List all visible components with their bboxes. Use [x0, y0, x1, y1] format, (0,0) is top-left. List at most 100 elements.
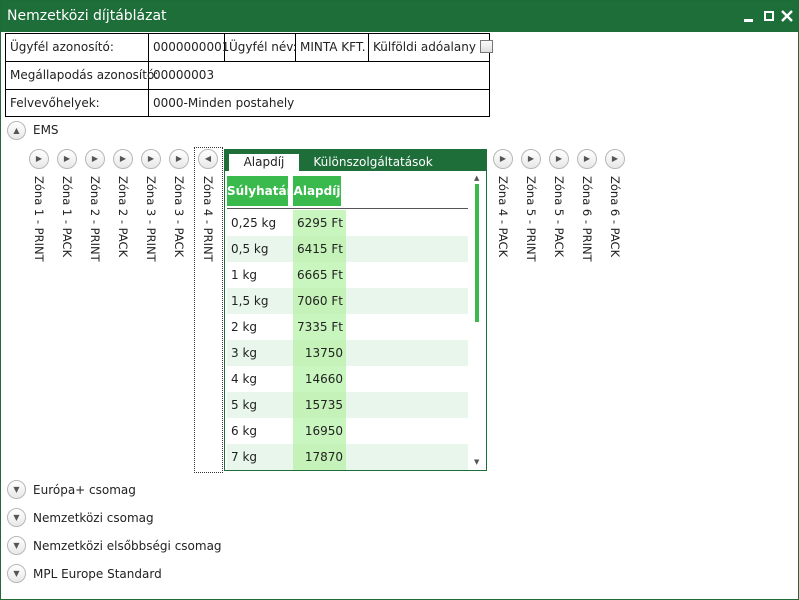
table-row[interactable]: 1 kg 6665 Ft	[227, 262, 468, 288]
column-header-price[interactable]: Alapdíj	[293, 176, 341, 206]
tab-base-fee[interactable]: Alapdíj	[229, 154, 299, 171]
chevron-right-icon: ▶	[175, 154, 183, 163]
pickup-points-label: Felvevőhelyek:	[6, 90, 149, 116]
ems-section-label: EMS	[33, 123, 59, 137]
chevron-up-icon: ▲	[13, 126, 20, 135]
table-row[interactable]: 5 kg 15735 Ft	[227, 392, 468, 438]
price-cell: 6415 Ft	[293, 236, 346, 262]
price-cell: 7060 Ft	[293, 288, 346, 314]
price-cell: 13750 Ft	[293, 340, 346, 386]
client-info-grid: Ügyfél azonosító: 0000000001 Ügyfél név:…	[5, 33, 493, 117]
zone-label: Zóna 6 - PRINT	[580, 176, 594, 262]
table-row[interactable]: 3 kg 13750 Ft	[227, 340, 468, 386]
chevron-right-icon: ▶	[63, 154, 71, 163]
chevron-right-icon: ▶	[91, 154, 99, 163]
close-button[interactable]	[779, 7, 795, 25]
table-row[interactable]: 4 kg 14660 Ft	[227, 366, 468, 412]
price-cell: 7335 Ft	[293, 314, 346, 340]
zone-label: Zóna 2 - PRINT	[88, 176, 102, 262]
panel-tab-bar: Alapdíj Különszolgáltatások	[225, 150, 486, 171]
tab-extra-services[interactable]: Különszolgáltatások	[313, 154, 433, 171]
zone-collapse-button[interactable]: ◀	[198, 149, 218, 169]
zone-label: Zóna 5 - PACK	[552, 176, 566, 258]
ems-collapse-button[interactable]: ▲	[7, 121, 26, 140]
weight-cell: 7 kg	[231, 450, 258, 464]
zone-column[interactable]: ▶ Zóna 5 - PACK	[548, 149, 570, 269]
price-cell: 6295 Ft	[293, 210, 346, 236]
zone-label: Zóna 5 - PRINT	[524, 176, 538, 262]
zone-column-selected[interactable]: ◀ Zóna 4 - PRINT	[197, 149, 219, 269]
zone-expand-button[interactable]: ▶	[577, 149, 597, 169]
zone-expand-button[interactable]: ▶	[85, 149, 105, 169]
zone-expand-button[interactable]: ▶	[549, 149, 569, 169]
zone-column[interactable]: ▶ Zóna 6 - PRINT	[576, 149, 598, 269]
scroll-down-icon[interactable]: ▼	[474, 458, 479, 466]
pickup-points-value: 0000-Minden postahely	[153, 96, 295, 110]
weight-cell: 1 kg	[231, 268, 258, 282]
maximize-button[interactable]	[761, 7, 777, 25]
zone-column[interactable]: ▶ Zóna 2 - PACK	[112, 149, 134, 269]
zone-expand-button[interactable]: ▶	[605, 149, 625, 169]
client-id-value: 0000000001	[149, 34, 229, 62]
table-row[interactable]: 7 kg 17870 Ft	[227, 444, 468, 470]
zone-label: Zóna 3 - PRINT	[144, 176, 158, 262]
client-name-label: Ügyfél név:	[225, 34, 297, 62]
chevron-left-icon: ◀	[204, 154, 212, 163]
minimize-icon	[744, 19, 753, 22]
title-bar: Nemzetközi díjtáblázat	[1, 1, 798, 32]
zone-label: Zóna 2 - PACK	[116, 176, 130, 258]
zone-label: Zóna 1 - PRINT	[32, 176, 46, 262]
foreign-taxpayer-checkbox[interactable]	[479, 40, 493, 53]
weight-cell: 5 kg	[231, 398, 258, 412]
vertical-scrollbar-thumb[interactable]	[475, 184, 479, 322]
zone-expand-button[interactable]: ▶	[493, 149, 513, 169]
zone-column[interactable]: ▶ Zóna 3 - PRINT	[140, 149, 162, 269]
price-cell: 16950 Ft	[293, 418, 346, 464]
zone-expand-button[interactable]: ▶	[141, 149, 161, 169]
chevron-down-icon: ▼	[13, 485, 20, 494]
zone-column[interactable]: ▶ Zóna 4 - PACK	[492, 149, 514, 269]
zone-expand-button[interactable]: ▶	[521, 149, 541, 169]
zone-column[interactable]: ▶ Zóna 3 - PACK	[168, 149, 190, 269]
zone-expand-button[interactable]: ▶	[169, 149, 189, 169]
client-id-label: Ügyfél azonosító:	[6, 34, 149, 62]
zone-expand-button[interactable]: ▶	[29, 149, 49, 169]
foreign-taxpayer-label: Külföldi adóalany	[373, 40, 476, 54]
international-section-label: Nemzetközi csomag	[33, 511, 154, 525]
zone-column[interactable]: ▶ Zóna 6 - PACK	[604, 149, 626, 269]
close-icon	[781, 10, 793, 22]
zone-column[interactable]: ▶ Zóna 5 - PRINT	[520, 149, 542, 269]
chevron-right-icon: ▶	[555, 154, 563, 163]
minimize-button[interactable]	[741, 7, 757, 25]
table-row[interactable]: 2 kg 7335 Ft	[227, 314, 468, 340]
price-table: 0,25 kg 6295 Ft 0,5 kg 6415 Ft 1 kg 6665…	[227, 210, 468, 470]
zone-expand-button[interactable]: ▶	[113, 149, 133, 169]
chevron-right-icon: ▶	[35, 154, 43, 163]
zone-column[interactable]: ▶ Zóna 2 - PRINT	[84, 149, 106, 269]
table-row[interactable]: 1,5 kg 7060 Ft	[227, 288, 468, 314]
price-panel: Alapdíj Különszolgáltatások Súlyhatár Al…	[224, 149, 487, 471]
price-cell: 6665 Ft	[293, 262, 346, 288]
weight-cell: 3 kg	[231, 346, 258, 360]
agreement-id-value: 00000003	[149, 62, 489, 90]
zone-column[interactable]: ▶ Zóna 1 - PRINT	[28, 149, 50, 269]
column-header-weight[interactable]: Súlyhatár	[227, 176, 293, 206]
chevron-right-icon: ▶	[119, 154, 127, 163]
maximize-icon	[764, 11, 774, 21]
zone-expand-button[interactable]: ▶	[57, 149, 77, 169]
weight-cell: 2 kg	[231, 320, 258, 334]
table-row[interactable]: 6 kg 16950 Ft	[227, 418, 468, 464]
international-expand-button[interactable]: ▼	[7, 508, 26, 527]
scroll-up-icon[interactable]: ▲	[474, 174, 479, 182]
chevron-down-icon: ▼	[13, 513, 20, 522]
zone-column[interactable]: ▶ Zóna 1 - PACK	[56, 149, 78, 269]
table-row[interactable]: 0,25 kg 6295 Ft	[227, 210, 468, 236]
international-priority-expand-button[interactable]: ▼	[7, 536, 26, 555]
europe-plus-expand-button[interactable]: ▼	[7, 480, 26, 499]
agreement-id-label: Megállapodás azonosító:	[6, 62, 158, 90]
table-row[interactable]: 0,5 kg 6415 Ft	[227, 236, 468, 262]
mpl-europe-expand-button[interactable]: ▼	[7, 564, 26, 583]
mpl-europe-section-label: MPL Europe Standard	[33, 567, 162, 581]
price-cell: 17870 Ft	[293, 444, 346, 470]
chevron-right-icon: ▶	[499, 154, 507, 163]
